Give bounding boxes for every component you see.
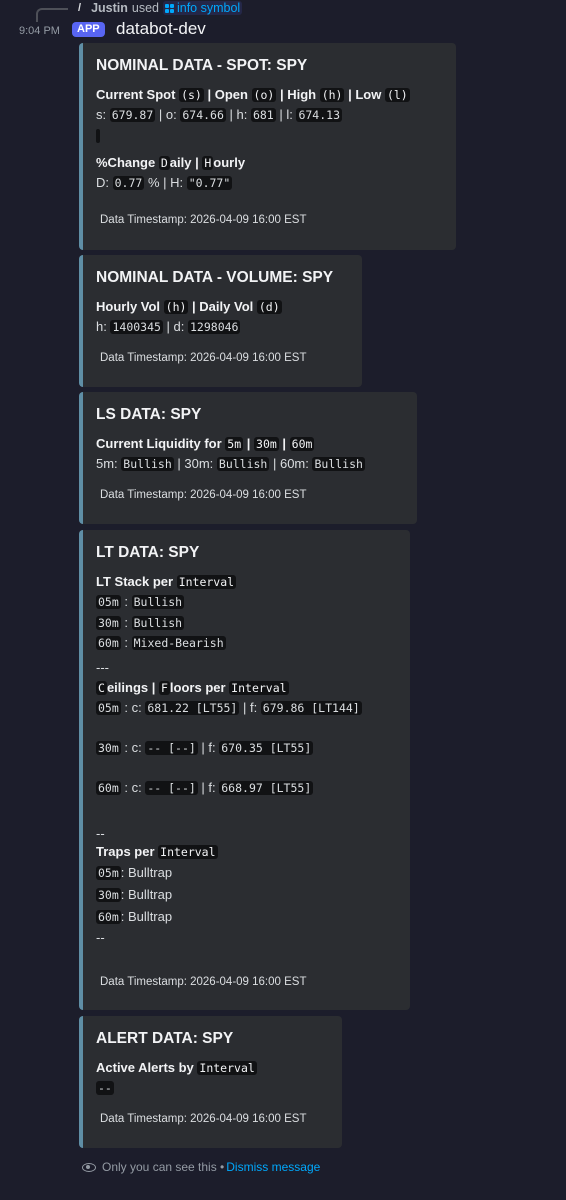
- trap-row: 30m: Bulltrap: [96, 886, 173, 902]
- reply-connector: [36, 8, 68, 22]
- separator-text: ---: [96, 659, 109, 675]
- field-value-volume: h: 1400345 | d: 1298046: [96, 319, 241, 334]
- field-name-alerts: Active Alerts by Interval: [96, 1060, 257, 1075]
- embed-footer: Data Timestamp: 2026-04-09 16:00 EST: [100, 976, 307, 988]
- reply-username[interactable]: Justin: [91, 1, 128, 15]
- embed-footer: Data Timestamp: 2026-04-09 16:00 EST: [100, 352, 307, 364]
- empty-code-block: [96, 125, 442, 145]
- embed-title: ALERT DATA: SPY: [96, 1030, 234, 1047]
- trap-row: 05m: Bulltrap: [96, 864, 173, 880]
- separator-text: --: [96, 929, 105, 945]
- command-name: info symbol: [176, 1, 241, 15]
- field-name-lt-stack: LT Stack per Interval: [96, 574, 237, 589]
- ephemeral-notice: Only you can see this • Dismiss message: [82, 1160, 320, 1174]
- field-name-liquidity: Current Liquidity for 5m | 30m | 60m: [96, 436, 315, 451]
- field-name-spot: Current Spot (s) | Open (o) | High (h) |…: [96, 87, 410, 102]
- embed-lt: LT DATA: SPY LT Stack per Interval 05m :…: [79, 530, 410, 1010]
- lt-stack-row: 05m : Bullish: [96, 594, 185, 609]
- embed-title: LS DATA: SPY: [96, 406, 202, 423]
- reply-header: / Justin used info symbol: [78, 0, 243, 16]
- embed-spot: NOMINAL DATA - SPOT: SPY Current Spot (s…: [79, 43, 456, 250]
- field-name-volume: Hourly Vol (h) | Daily Vol (d): [96, 299, 282, 314]
- field-value-alerts: --: [96, 1081, 114, 1095]
- eye-icon: [82, 1162, 96, 1172]
- lt-stack-row: 30m : Bullish: [96, 614, 185, 630]
- cf-row: 05m : c: 681.22 [LT55] | f: 679.86 [LT14…: [96, 699, 362, 715]
- embed-footer: Data Timestamp: 2026-04-09 16:00 EST: [100, 489, 307, 501]
- field-value-change: D: 0.77 % | H: "0.77": [96, 175, 233, 190]
- bot-name[interactable]: databot-dev: [116, 19, 206, 39]
- app-badge: APP: [72, 22, 105, 37]
- field-name-ceilings-floors: Ceilings | Floors per Interval: [96, 679, 289, 695]
- field-name-traps: Traps per Interval: [96, 843, 218, 859]
- separator-text: --: [96, 825, 105, 841]
- slash-command-icon: /: [78, 2, 82, 14]
- app-grid-icon: [164, 3, 174, 13]
- dismiss-message-link[interactable]: Dismiss message: [226, 1160, 320, 1174]
- embed-footer: Data Timestamp: 2026-04-09 16:00 EST: [100, 214, 307, 226]
- field-value-liquidity: 5m: Bullish | 30m: Bullish | 60m: Bullis…: [96, 456, 365, 471]
- embed-ls: LS DATA: SPY Current Liquidity for 5m | …: [79, 392, 417, 524]
- field-name-change: %Change Daily | Hourly: [96, 155, 246, 170]
- cf-row: 60m : c: -- [--] | f: 668.97 [LT55]: [96, 779, 314, 795]
- command-link[interactable]: info symbol: [162, 1, 243, 15]
- field-value-spot: s: 679.87 | o: 674.66 | h: 681 | l: 674.…: [96, 107, 342, 122]
- message-timestamp[interactable]: 9:04 PM: [19, 25, 60, 37]
- embed-title: LT DATA: SPY: [96, 544, 200, 561]
- embed-volume: NOMINAL DATA - VOLUME: SPY Hourly Vol (h…: [79, 255, 362, 387]
- lt-stack-row: 60m : Mixed-Bearish: [96, 635, 226, 650]
- reply-verb: used: [131, 1, 159, 15]
- embed-title: NOMINAL DATA - SPOT: SPY: [96, 57, 308, 74]
- ephemeral-text: Only you can see this •: [102, 1160, 225, 1174]
- cf-row: 30m : c: -- [--] | f: 670.35 [LT55]: [96, 739, 314, 755]
- embed-title: NOMINAL DATA - VOLUME: SPY: [96, 269, 334, 286]
- embed-footer: Data Timestamp: 2026-04-09 16:00 EST: [100, 1113, 307, 1125]
- embed-alert: ALERT DATA: SPY Active Alerts by Interva…: [79, 1016, 342, 1148]
- trap-row: 60m: Bulltrap: [96, 908, 173, 924]
